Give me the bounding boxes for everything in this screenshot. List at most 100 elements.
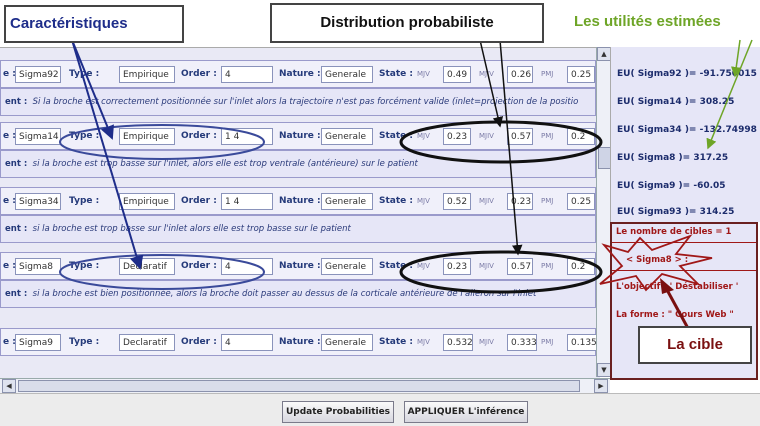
- horizontal-scrollbar[interactable]: ◀ ▶: [0, 378, 610, 394]
- utility-value: EU( Sigma92 )= -91.750015: [617, 69, 757, 79]
- rule-row-sigma92: e : Sigma92 Type : Empirique Order : 4 N…: [0, 60, 600, 120]
- mjv-label: MJV: [417, 197, 430, 205]
- rules-panel: e : Sigma92 Type : Empirique Order : 4 N…: [0, 47, 600, 378]
- mjiv-label: MJIV: [479, 197, 494, 205]
- pmj-field[interactable]: 0.25: [567, 66, 595, 83]
- order-label: Order :: [181, 261, 217, 271]
- scroll-up-icon[interactable]: ▲: [597, 47, 611, 61]
- type-label: Type :: [69, 69, 100, 79]
- name-field[interactable]: Sigma92: [15, 66, 61, 83]
- type-field[interactable]: Empirique: [119, 193, 175, 210]
- apply-inference-button[interactable]: APPLIQUER L'inférence: [404, 401, 528, 423]
- mjiv-field[interactable]: 0.26: [507, 66, 533, 83]
- type-field[interactable]: Empirique: [119, 66, 175, 83]
- nature-field[interactable]: Generale: [321, 128, 373, 145]
- pmj-field[interactable]: 0.25: [567, 193, 595, 210]
- vertical-scrollbar[interactable]: ▲ ▼: [596, 47, 611, 377]
- rule-row-sigma8: e : Sigma8 Type : Declaratif Order : 4 N…: [0, 252, 600, 312]
- name-field[interactable]: Sigma34: [15, 193, 61, 210]
- nature-label: Nature :: [279, 131, 321, 141]
- mjiv-field[interactable]: 0.333: [507, 334, 537, 351]
- type-field[interactable]: Declaratif: [119, 258, 175, 275]
- order-field[interactable]: 1 4: [221, 128, 273, 145]
- name-label: e :: [3, 69, 16, 79]
- mjv-label: MJV: [417, 132, 430, 140]
- order-label: Order :: [181, 337, 217, 347]
- utility-value: EU( Sigma14 )= 308.25: [617, 97, 735, 107]
- mjiv-field[interactable]: 0.57: [507, 258, 533, 275]
- pmj-label: PMJ: [541, 262, 554, 270]
- mjv-field[interactable]: 0.23: [443, 128, 471, 145]
- scroll-right-icon[interactable]: ▶: [594, 379, 608, 393]
- rule-comment-row: ent : Si la broche est correctement posi…: [0, 88, 596, 116]
- order-label: Order :: [181, 69, 217, 79]
- utility-value: EU( Sigma9 )= -60.05: [617, 181, 726, 191]
- name-field[interactable]: Sigma14: [15, 128, 61, 145]
- rule-comment-row: ent : si la broche est trop basse sur l'…: [0, 215, 596, 243]
- mjv-label: MJV: [417, 70, 430, 78]
- rule-header: e : Sigma34 Type : Empirique Order : 1 4…: [0, 187, 596, 215]
- pmj-field[interactable]: 0.2: [567, 128, 595, 145]
- horizontal-scroll-thumb[interactable]: [18, 380, 580, 392]
- pmj-label: PMJ: [541, 132, 554, 140]
- mjiv-field[interactable]: 0.57: [507, 128, 533, 145]
- nature-field[interactable]: Generale: [321, 258, 373, 275]
- nature-field[interactable]: Generale: [321, 334, 373, 351]
- mjiv-label: MJIV: [479, 70, 494, 78]
- state-label: State :: [379, 196, 413, 206]
- order-field[interactable]: 4: [221, 334, 273, 351]
- utility-value: EU( Sigma93 )= 314.25: [617, 207, 735, 217]
- utilities-callout: Les utilités estimées: [566, 5, 760, 39]
- pmj-field[interactable]: 0.2: [567, 258, 595, 275]
- rule-header: e : Sigma14 Type : Empirique Order : 1 4…: [0, 122, 596, 150]
- state-label: State :: [379, 261, 413, 271]
- rule-header: e : Sigma9 Type : Declaratif Order : 4 N…: [0, 328, 597, 356]
- rule-comment: ent : si la broche est bien positionnée,…: [5, 289, 537, 299]
- mjiv-label: MJIV: [479, 132, 494, 140]
- nature-field[interactable]: Generale: [321, 193, 373, 210]
- mjiv-label: MJIV: [479, 262, 494, 270]
- type-label: Type :: [69, 261, 100, 271]
- button-bar: Update Probabilities APPLIQUER L'inféren…: [0, 393, 760, 426]
- rule-row-sigma34: e : Sigma34 Type : Empirique Order : 1 4…: [0, 187, 600, 247]
- type-label: Type :: [69, 337, 100, 347]
- scroll-left-icon[interactable]: ◀: [2, 379, 16, 393]
- pmj-field[interactable]: 0.135: [567, 334, 597, 351]
- nature-label: Nature :: [279, 337, 321, 347]
- nature-field[interactable]: Generale: [321, 66, 373, 83]
- type-field[interactable]: Empirique: [119, 128, 175, 145]
- rule-row-sigma14: e : Sigma14 Type : Empirique Order : 1 4…: [0, 122, 600, 182]
- order-field[interactable]: 4: [221, 66, 273, 83]
- rule-comment-row: ent : si la broche est bien positionnée,…: [0, 280, 596, 308]
- rule-comment-row: ent : si la broche est trop basse sur l'…: [0, 150, 596, 178]
- nature-label: Nature :: [279, 261, 321, 271]
- rule-header: e : Sigma8 Type : Declaratif Order : 4 N…: [0, 252, 596, 280]
- name-label: e :: [3, 196, 16, 206]
- mjiv-field[interactable]: 0.23: [507, 193, 533, 210]
- divider: [612, 270, 756, 271]
- mjv-field[interactable]: 0.52: [443, 193, 471, 210]
- target-count: Le nombre de cibles = 1: [616, 227, 732, 237]
- utility-value: EU( Sigma8 )= 317.25: [617, 153, 729, 163]
- mjv-field[interactable]: 0.49: [443, 66, 471, 83]
- type-label: Type :: [69, 131, 100, 141]
- name-field[interactable]: Sigma9: [15, 334, 61, 351]
- type-field[interactable]: Declaratif: [119, 334, 175, 351]
- mjv-field[interactable]: 0.23: [443, 258, 471, 275]
- rule-comment: ent : Si la broche est correctement posi…: [5, 97, 579, 107]
- mjv-field[interactable]: 0.532: [443, 334, 473, 351]
- nature-label: Nature :: [279, 196, 321, 206]
- target-sigma: < Sigma8 > :: [626, 255, 689, 265]
- order-field[interactable]: 4: [221, 258, 273, 275]
- order-label: Order :: [181, 196, 217, 206]
- name-field[interactable]: Sigma8: [15, 258, 61, 275]
- utility-value: EU( Sigma34 )= -132.74998: [617, 125, 757, 135]
- pmj-label: PMJ: [541, 338, 554, 346]
- update-probabilities-button[interactable]: Update Probabilities: [282, 401, 394, 423]
- mjv-label: MJV: [417, 262, 430, 270]
- scroll-down-icon[interactable]: ▼: [597, 363, 611, 377]
- order-field[interactable]: 1 4: [221, 193, 273, 210]
- pmj-label: PMJ: [541, 197, 554, 205]
- state-label: State :: [379, 69, 413, 79]
- target-objective: L'objectif : ' Déstabiliser ': [616, 282, 739, 292]
